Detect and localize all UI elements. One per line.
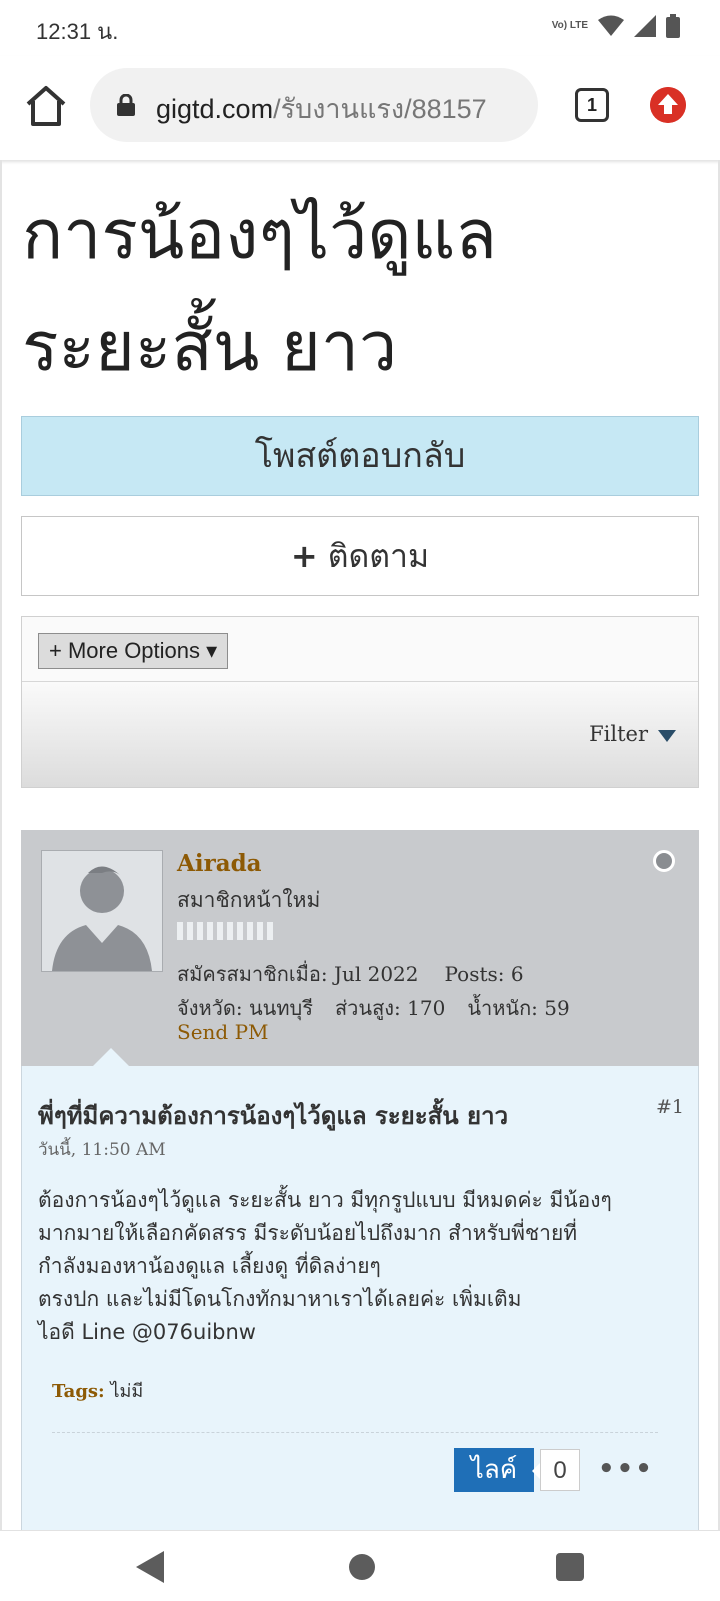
height: ส่วนสูง: 170 — [334, 996, 446, 1020]
page-content: การน้องๆไว้ดูแล ระยะสั้น ยาว โพสต์ตอบกลั… — [0, 160, 720, 1530]
url-text: gigtd.com/รับงานแรง/88157 — [156, 87, 528, 130]
chevron-down-icon — [658, 729, 676, 742]
post-text-line: มากมายให้เลือกคัดสรร มีระดับน้อยไปถึงมาก… — [38, 1221, 578, 1245]
update-arrow-icon[interactable] — [650, 87, 686, 123]
filter-dropdown[interactable]: Filter — [589, 722, 676, 746]
address-bar[interactable]: gigtd.com/รับงานแรง/88157 — [90, 68, 538, 142]
send-pm-link[interactable]: Send PM — [177, 1020, 269, 1044]
reputation-bar — [177, 922, 273, 940]
post-userinfo: Airada สมาชิกหน้าใหม่ สมัครสมาชิกเมื่อ: … — [21, 830, 699, 1066]
wifi-icon — [598, 15, 624, 36]
plus-icon: + — [290, 537, 318, 575]
post-text-line: ไอดี Line @076uibnw — [38, 1320, 256, 1344]
tab-switcher-button[interactable]: 1 — [575, 88, 609, 122]
url-host: gigtd.com — [156, 94, 274, 124]
offline-status-icon — [653, 850, 675, 872]
browser-toolbar: gigtd.com/รับงานแรง/88157 1 — [0, 56, 720, 160]
province: จังหวัด: นนทบุรี — [177, 996, 313, 1020]
post-text-line: ตรงปก และไม่มีโดนโกงทักมาหาเราได้เลยค่ะ … — [38, 1287, 522, 1311]
battery-icon — [666, 14, 680, 38]
status-bar: 12:31 น. Vo) LTE — [0, 0, 720, 56]
divider — [52, 1432, 658, 1433]
options-panel: + More Options ▾ Filter — [21, 616, 699, 788]
volte-icon: Vo) LTE — [551, 20, 588, 31]
system-nav-bar — [0, 1530, 720, 1601]
post-title: พี่ๆที่มีความต้องการน้องๆไว้ดูแล ระยะสั้… — [38, 1102, 509, 1130]
thread-title: การน้องๆไว้ดูแล ระยะสั้น ยาว — [22, 180, 702, 404]
like-button[interactable]: ไลค์ — [454, 1448, 534, 1492]
post-text: ต้องการน้องๆไว้ดูแล ระยะสั้น ยาว มีทุกรู… — [38, 1184, 678, 1349]
weight: น้ำหนัก: 59 — [467, 996, 570, 1020]
more-options-button[interactable]: + More Options ▾ — [38, 633, 229, 669]
like-count: 0 — [532, 1449, 580, 1491]
post-text-line: กำลังมองหาน้องดูแล เลี้ยงดู ที่ดิลง่ายๆ — [38, 1254, 381, 1278]
options-top-bar: + More Options ▾ — [22, 617, 698, 682]
post-number-link[interactable]: #1 — [656, 1096, 684, 1118]
post-reply-button[interactable]: โพสต์ตอบกลับ — [21, 416, 699, 496]
more-actions-icon[interactable]: ••• — [598, 1454, 654, 1484]
username-link[interactable]: Airada — [177, 850, 262, 877]
join-date: สมัครสมาชิกเมื่อ: Jul 2022 — [177, 962, 419, 986]
tags: Tags: ไม่มี — [52, 1376, 143, 1405]
signal-icon — [634, 15, 656, 37]
recent-apps-icon[interactable] — [556, 1553, 584, 1581]
home-icon[interactable] — [24, 84, 68, 128]
follow-label: ติดตาม — [327, 537, 430, 575]
lock-icon — [117, 94, 135, 116]
back-icon[interactable] — [136, 1551, 164, 1583]
filter-label: Filter — [589, 722, 648, 746]
user-rank: สมาชิกหน้าใหม่ — [177, 888, 321, 912]
avatar[interactable] — [41, 850, 163, 972]
user-meta-joined: สมัครสมาชิกเมื่อ: Jul 2022 Posts: 6 — [177, 958, 524, 990]
tags-value: ไม่มี — [110, 1381, 144, 1402]
thread-title-line2: ระยะสั้น ยาว — [22, 308, 398, 387]
post-body: พี่ๆที่มีความต้องการน้องๆไว้ดูแล ระยะสั้… — [21, 1066, 699, 1530]
status-icons: Vo) LTE — [552, 14, 680, 38]
post-count: Posts: 6 — [444, 962, 524, 986]
post-pointer — [93, 1048, 129, 1066]
follow-button[interactable]: + ติดตาม — [21, 516, 699, 596]
status-time: 12:31 น. — [36, 19, 119, 44]
post-date: วันนี้, 11:50 AM — [38, 1140, 166, 1160]
thread-title-line1: การน้องๆไว้ดูแล — [22, 196, 497, 275]
home-circle-icon[interactable] — [349, 1554, 375, 1580]
tags-label: Tags: — [52, 1381, 105, 1402]
url-path: /รับงานแรง/88157 — [273, 94, 487, 124]
post-text-line: ต้องการน้องๆไว้ดูแล ระยะสั้น ยาว มีทุกรู… — [38, 1188, 612, 1212]
filter-bar: Filter — [22, 682, 698, 787]
